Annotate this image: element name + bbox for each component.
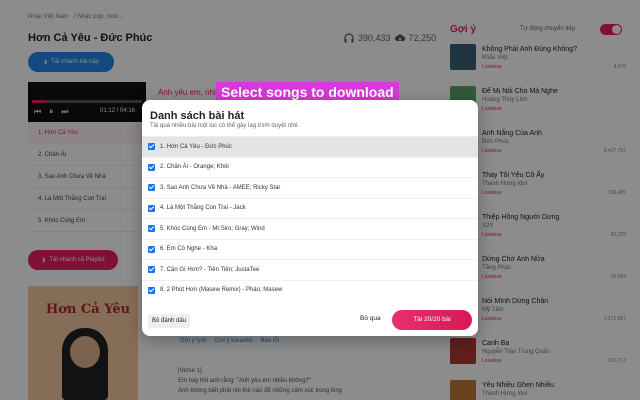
song-checkbox-row[interactable]: 3. Sao Anh Chưa Về Nhà - AMEE; Ricky Sta… (142, 178, 478, 199)
modal-footer: Bỏ đánh dấu Bỏ qua Tải 20/20 bài (142, 304, 478, 336)
song-label: 5. Khóc Cùng Em - Mr.Siro; Gray; Wind (160, 225, 265, 232)
skip-button[interactable]: Bỏ qua (360, 315, 381, 322)
song-select-modal: Danh sách bài hát Tải quá nhiều bài một … (142, 100, 478, 336)
checkbox-checked-icon[interactable] (148, 163, 155, 171)
song-checkbox-row[interactable]: 5. Khóc Cùng Em - Mr.Siro; Gray; Wind (142, 219, 478, 240)
download-selected-button[interactable]: Tải 20/20 bài (392, 310, 472, 330)
checkbox-checked-icon[interactable] (148, 245, 155, 253)
song-label: 6. Em Có Nghe - Kha (160, 246, 218, 253)
overlay-banner: Select songs to download (216, 82, 399, 102)
song-checkbox-row[interactable]: 8. 2 Phút Hơn (Masew Remix) - Pháo; Mase… (142, 281, 478, 299)
song-checkbox-row[interactable]: 6. Em Có Nghe - Kha (142, 240, 478, 260)
song-label: 8. 2 Phút Hơn (Masew Remix) - Pháo; Mase… (160, 287, 283, 294)
song-label: 3. Sao Anh Chưa Về Nhà - AMEE; Ricky Sta… (160, 184, 281, 191)
unmark-all-button[interactable]: Bỏ đánh dấu (148, 314, 191, 328)
song-checkbox-row[interactable]: 4. Là Một Thằng Con Trai - Jack (142, 199, 478, 219)
checkbox-checked-icon[interactable] (148, 184, 155, 192)
modal-subtitle: Tải quá nhiều bài một lúc có thể gây lag… (150, 123, 298, 129)
checkbox-checked-icon[interactable] (148, 204, 155, 212)
song-checklist[interactable]: 1. Hơn Cả Yêu - Đức Phúc 2. Chân Ái - Ora… (142, 136, 478, 298)
song-label: 2. Chân Ái - Orange; Khói (160, 164, 229, 171)
song-checkbox-row[interactable]: 1. Hơn Cả Yêu - Đức Phúc (142, 137, 478, 158)
checkbox-checked-icon[interactable] (148, 143, 155, 151)
modal-title: Danh sách bài hát (150, 110, 245, 122)
song-label: 1. Hơn Cả Yêu - Đức Phúc (160, 143, 232, 150)
checkbox-checked-icon[interactable] (148, 266, 155, 274)
song-checkbox-row[interactable]: 2. Chân Ái - Orange; Khói (142, 158, 478, 178)
checkbox-checked-icon[interactable] (148, 225, 155, 233)
checkbox-checked-icon[interactable] (148, 286, 155, 294)
song-label: 7. Cần Gì Hơn? - Tiên Tiên; JustaTee (160, 266, 260, 273)
song-label: 4. Là Một Thằng Con Trai - Jack (160, 205, 246, 212)
song-checkbox-row[interactable]: 7. Cần Gì Hơn? - Tiên Tiên; JustaTee (142, 260, 478, 281)
